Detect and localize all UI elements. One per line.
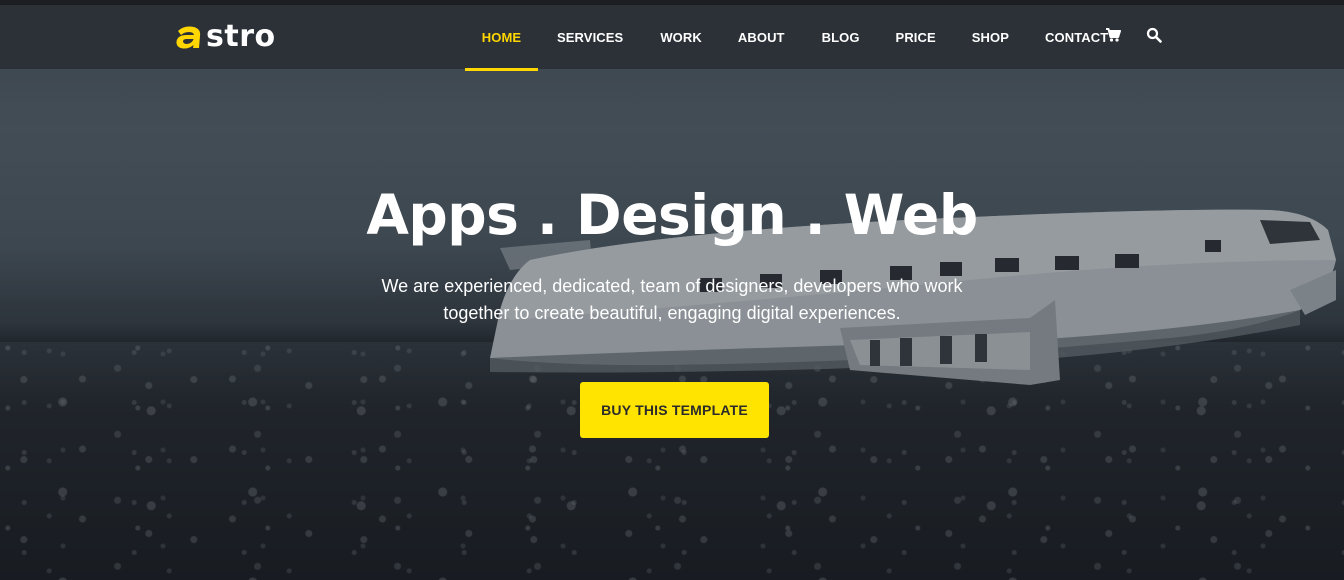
nav-item-label: CONTACT [1045, 29, 1109, 45]
nav-item-shop[interactable]: SHOP [936, 5, 1009, 69]
nav-item-about[interactable]: ABOUT [702, 5, 785, 69]
nav-item-label: BLOG [821, 29, 860, 45]
nav-item-contact[interactable]: CONTACT [1009, 5, 1108, 69]
nav-item-label: WORK [660, 29, 702, 45]
nav-item-label: SHOP [971, 29, 1010, 45]
page: stro HOME SERVICES WORK ABOUT BLOG PRICE… [0, 0, 1344, 580]
nav-item-label: SERVICES [557, 29, 624, 45]
nav-item-label: HOME [481, 29, 522, 45]
navbar: stro HOME SERVICES WORK ABOUT BLOG PRICE… [0, 5, 1344, 71]
logo-mark-icon [176, 26, 201, 49]
hero-subtitle-line-1: We are experienced, dedicated, team of d… [381, 276, 963, 296]
hero-subtitle: We are experienced, dedicated, team of d… [347, 273, 997, 327]
cart-icon[interactable] [1105, 27, 1121, 43]
buy-template-button[interactable]: BUY THIS TEMPLATE [580, 382, 769, 438]
nav-item-label: PRICE [895, 29, 936, 45]
hero-title: Apps . Design . Web [366, 183, 978, 247]
nav-item-work[interactable]: WORK [623, 5, 702, 69]
logo-text: stro [206, 19, 276, 54]
nav-item-price[interactable]: PRICE [860, 5, 936, 69]
logo[interactable]: stro [174, 19, 276, 55]
search-icon[interactable] [1146, 27, 1162, 43]
nav-menu: HOME SERVICES WORK ABOUT BLOG PRICE SHOP… [465, 5, 1108, 71]
nav-item-services[interactable]: SERVICES [538, 5, 623, 69]
nav-item-blog[interactable]: BLOG [785, 5, 860, 69]
nav-item-label: ABOUT [737, 29, 785, 45]
hero-subtitle-line-2: together to create beautiful, engaging d… [443, 303, 901, 323]
nav-item-home[interactable]: HOME [465, 5, 538, 71]
